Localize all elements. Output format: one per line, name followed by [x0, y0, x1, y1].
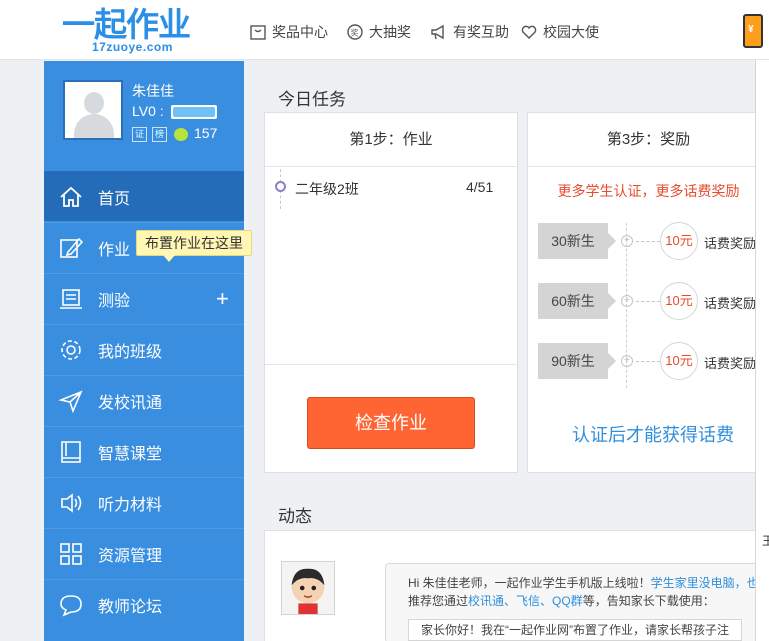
avatar[interactable] [63, 80, 123, 140]
sidebar-item-label: 听力材料 [98, 496, 163, 514]
reward-label: 话费奖励 [704, 236, 757, 251]
feed-line2: 推荐您通过 [408, 594, 469, 608]
user-name[interactable]: 朱佳佳 [132, 81, 174, 101]
task-count: 4/51 [466, 179, 494, 195]
send-icon [58, 390, 83, 413]
sidebar-item-label: 智慧课堂 [98, 445, 163, 463]
sidebar-item-listening[interactable]: 听力材料 [44, 477, 244, 527]
sidebar-item-label: 资源管理 [98, 547, 163, 565]
nav-lottery-label: 大抽奖 [369, 24, 411, 40]
sidebar-item-forum[interactable]: 教师论坛 [44, 579, 244, 629]
grid-icon [60, 542, 82, 565]
profile-card: 朱佳佳 LV0 : 证 榜 157 [44, 61, 244, 171]
step3-header: 第3步：奖励 [528, 113, 769, 167]
reward-hint: 更多学生认证，更多话费奖励 [557, 183, 740, 199]
phone-icon[interactable] [743, 14, 763, 48]
chat-icon [60, 594, 82, 616]
sidebar-item-my-class[interactable]: 我的班级 [44, 324, 244, 374]
add-quiz-button[interactable]: + [216, 287, 229, 310]
reward-amount: 10元 [660, 222, 698, 260]
sidebar: 朱佳佳 LV0 : 证 榜 157 首页 作业 测验 + 我的班级 发校讯通 智… [44, 61, 244, 641]
logo-text: 一起作业 [62, 5, 191, 44]
feed-line1-link[interactable]: 学生家里没电脑，也可 [651, 576, 769, 590]
home-icon [60, 186, 82, 207]
coin-icon [174, 128, 188, 141]
reward-step-60: 60新生 [538, 283, 616, 319]
logo-sub: 17zuoye.com [92, 40, 173, 54]
feed-card: Hi 朱佳佳老师，一起作业学生手机版上线啦！学生家里没电脑，也可 推荐您通过校讯… [264, 530, 769, 641]
svg-text:奖: 奖 [351, 28, 359, 38]
sidebar-item-label: 作业 [98, 241, 131, 259]
rank-badge[interactable]: 榜 [152, 127, 167, 142]
feed-avatar[interactable] [281, 561, 335, 615]
step1-header: 第1步：作业 [265, 113, 517, 167]
book-icon [61, 440, 81, 463]
lottery-icon: 奖 [347, 24, 363, 40]
task-dot [275, 181, 286, 192]
check-homework-button[interactable]: 检查作业 [307, 397, 475, 449]
task-class-name[interactable]: 二年级2班 [295, 179, 359, 199]
gift-icon [250, 25, 266, 40]
speaker-icon [61, 492, 82, 513]
certify-link[interactable]: 认证后才能获得话费 [572, 421, 734, 447]
quiz-icon [60, 288, 82, 309]
reward-label: 话费奖励 [704, 296, 757, 311]
coin-count: 157 [194, 125, 218, 141]
sidebar-item-label: 发校讯通 [98, 394, 163, 412]
reward-amount: 10元 [660, 282, 698, 320]
sidebar-item-label: 测验 [98, 292, 131, 310]
reward-step-90: 90新生 [538, 343, 616, 379]
nav-campus-ambassador-label: 校园大使 [543, 24, 599, 40]
nav-lottery[interactable]: 奖 大抽奖 [346, 21, 411, 43]
pencil-icon [60, 237, 84, 258]
sidebar-item-label: 首页 [98, 190, 131, 208]
sidebar-item-resources[interactable]: 资源管理 [44, 528, 244, 578]
feed-quote: 家长你好！我在“一起作业网”布置了作业，请家长帮孩子注 [408, 619, 742, 641]
sidebar-item-home[interactable]: 首页 [44, 171, 244, 221]
nav-prize-center[interactable]: 奖品中心 [249, 21, 328, 43]
nav-prize-center-label: 奖品中心 [272, 24, 328, 40]
reward-label: 话费奖励 [704, 356, 757, 371]
nav-campus-ambassador[interactable]: 校园大使 [520, 21, 599, 43]
side-panel: 王 [755, 60, 769, 641]
feed-title: 动态 [278, 507, 312, 526]
homework-tooltip: 布置作业在这里 [136, 230, 252, 262]
reward-amount: 10元 [660, 342, 698, 380]
feed-line2-links[interactable]: 校讯通、飞信、QQ群 [468, 594, 583, 608]
reward-step-card: 第3步：奖励 更多学生认证，更多话费奖励 30新生 + 10元 话费奖励 60新… [527, 112, 769, 473]
student-avatar-icon [291, 568, 325, 614]
today-tasks-title: 今日任务 [278, 90, 346, 109]
top-bar: 一起作业 17zuoye.com 奖品中心 奖 大抽奖 有奖互助 校园大使 [0, 0, 769, 60]
nav-mutual-help-label: 有奖互助 [453, 24, 509, 40]
nav-mutual-help[interactable]: 有奖互助 [430, 21, 509, 43]
homework-step-card: 第1步：作业 二年级2班 4/51 检查作业 [264, 112, 518, 473]
feed-line2-tail: 等，告知家长下载使用： [582, 594, 715, 608]
certified-badge[interactable]: 证 [132, 127, 147, 142]
sidebar-item-label: 教师论坛 [98, 598, 163, 616]
heart-icon [521, 25, 537, 39]
sidebar-item-quiz[interactable]: 测验 + [44, 273, 244, 323]
megaphone-icon [431, 24, 444, 40]
gear-icon [61, 339, 81, 360]
feed-line1: Hi 朱佳佳老师，一起作业学生手机版上线啦！ [408, 576, 651, 590]
sidebar-item-label: 我的班级 [98, 343, 163, 361]
feed-message: Hi 朱佳佳老师，一起作业学生手机版上线啦！学生家里没电脑，也可 推荐您通过校讯… [385, 563, 769, 641]
sidebar-item-smart-class[interactable]: 智慧课堂 [44, 426, 244, 476]
side-panel-text: 王 [762, 534, 769, 548]
user-level: LV0 : [132, 103, 164, 119]
reward-step-30: 30新生 [538, 223, 616, 259]
sidebar-item-school-message[interactable]: 发校讯通 [44, 375, 244, 425]
logo[interactable]: 一起作业 17zuoye.com [62, 5, 192, 55]
level-progress-bar [171, 105, 217, 119]
